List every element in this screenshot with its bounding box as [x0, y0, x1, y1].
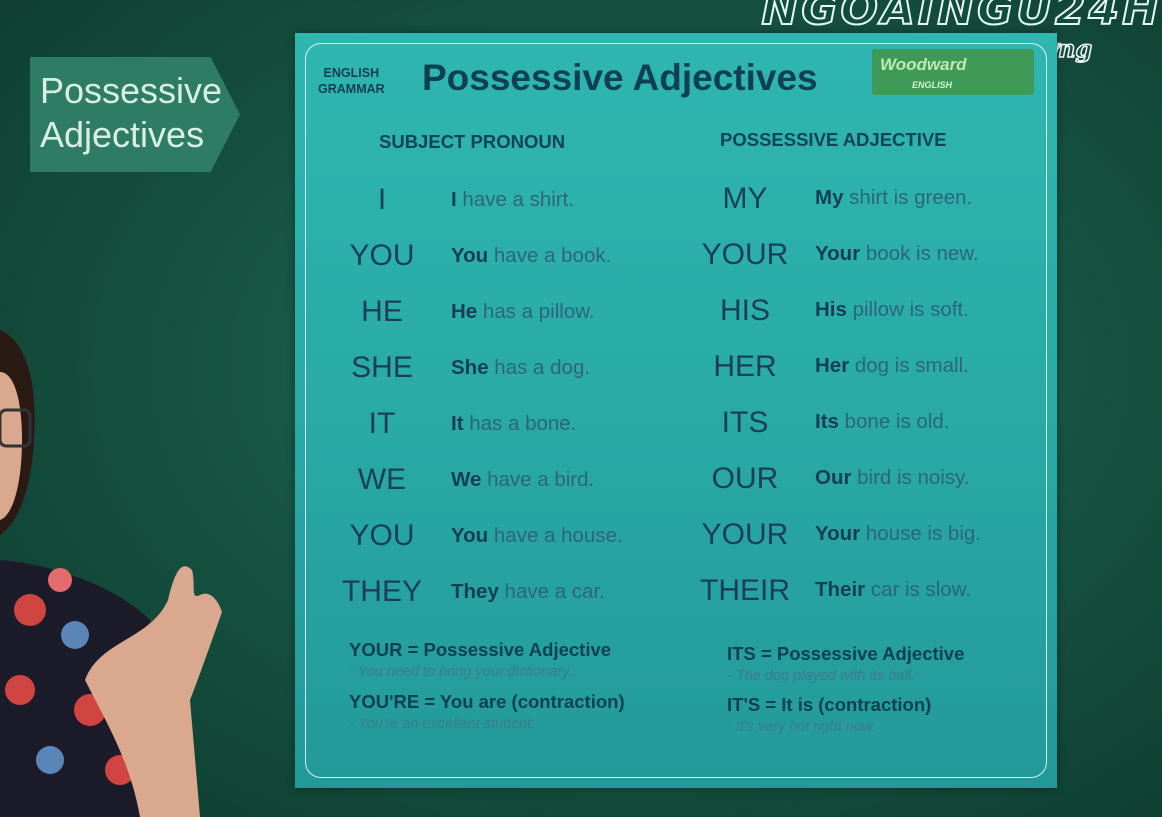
section-tag: Possessive Adjectives: [30, 57, 240, 172]
possessive-example-rest: bird is noisy.: [851, 466, 970, 489]
possessive-example-bold: Their: [815, 578, 866, 601]
possessive-example-rest: house is big.: [860, 522, 981, 545]
possessive-example-rest: book is new.: [860, 242, 979, 265]
note-youre-example: - You're an excellent student.: [349, 716, 536, 732]
possessive-example: Your house is big.: [815, 522, 981, 546]
subject-pronoun: I: [377, 183, 387, 216]
subject-example-bold: You: [451, 524, 489, 547]
note-youre-rule: YOU'RE = You are (contraction): [349, 691, 625, 712]
possessive-example: Its bone is old.: [815, 410, 950, 434]
possessive-example-bold: Your: [815, 522, 861, 545]
subject-pronoun: IT: [368, 407, 396, 440]
subject-example-bold: He: [451, 300, 478, 323]
column-header-subject: SUBJECT PRONOUN: [379, 131, 566, 152]
possessive-example: His pillow is soft.: [815, 298, 969, 322]
subject-pronoun: YOU: [349, 239, 415, 272]
possessive-example-bold: Its: [815, 410, 839, 433]
publisher-logo: Woodward ENGLISH: [872, 49, 1034, 95]
subject-example-bold: It: [451, 412, 464, 435]
note-your-rule: YOUR = Possessive Adjective: [349, 639, 612, 660]
subject-example: We have a bird.: [451, 468, 594, 492]
possessive-adjective: MY: [722, 182, 768, 215]
subject-example-rest: has a bone.: [463, 412, 577, 435]
possessive-example-bold: Our: [815, 466, 852, 489]
possessive-example-rest: bone is old.: [838, 410, 950, 433]
section-tag-line2: Adjectives: [40, 114, 205, 155]
subject-example-rest: have a bird.: [481, 468, 595, 491]
poster-title: Possessive Adjectives: [422, 57, 818, 98]
possessive-example: My shirt is green.: [815, 186, 972, 210]
possessive-example-rest: dog is small.: [849, 354, 969, 377]
note-itis-example: - It's very hot right now.: [727, 719, 876, 735]
poster-eyebrow: ENGLISH GRAMMAR: [318, 65, 385, 97]
subject-example-rest: have a book.: [488, 244, 612, 267]
note-its-example: - The dog played with its ball.: [727, 668, 915, 684]
subject-example-bold: You: [451, 244, 489, 267]
column-header-possessive: POSSESSIVE ADJECTIVE: [720, 129, 947, 150]
subject-example: It has a bone.: [451, 412, 576, 436]
possessive-example: Their car is slow.: [815, 578, 971, 602]
subject-example-rest: have a shirt.: [456, 188, 575, 211]
subject-pronoun: HE: [361, 295, 403, 328]
possessive-adjective: YOUR: [701, 518, 789, 551]
subject-pronoun: WE: [357, 463, 407, 496]
publisher-logo-sub: ENGLISH: [912, 80, 953, 90]
possessive-example: Her dog is small.: [815, 354, 969, 378]
subject-example: You have a house.: [451, 524, 623, 548]
possessive-example-rest: shirt is green.: [843, 186, 973, 209]
eyebrow-line1: ENGLISH: [323, 66, 380, 80]
subject-example: He has a pillow.: [451, 300, 595, 324]
subject-example-bold: She: [451, 356, 489, 379]
subject-example-rest: have a house.: [488, 524, 623, 547]
possessive-example-rest: car is slow.: [865, 578, 972, 601]
brand-logo-text: NGOAINGU24H: [761, 0, 1162, 36]
possessive-adjective: ITS: [721, 406, 769, 439]
publisher-logo-text: Woodward: [880, 55, 967, 74]
subject-example-rest: have a car.: [498, 580, 605, 603]
subject-example-rest: has a dog.: [488, 356, 591, 379]
possessive-adjective: OUR: [711, 462, 779, 495]
possessive-example-bold: Her: [815, 354, 850, 377]
section-tag-line1: Possessive: [40, 70, 223, 111]
subject-example-bold: We: [451, 468, 482, 491]
possessive-example: Your book is new.: [815, 242, 979, 266]
subject-example-rest: has a pillow.: [477, 300, 595, 323]
possessive-adjective: THEIR: [700, 574, 790, 607]
possessive-adjective: HIS: [719, 294, 770, 327]
note-itis-rule: IT'S = It is (contraction): [727, 694, 932, 715]
subject-example-bold: They: [451, 580, 499, 603]
possessive-example-bold: His: [815, 298, 847, 321]
possessive-example-bold: Your: [815, 242, 861, 265]
subject-pronoun: THEY: [341, 575, 422, 608]
possessive-adjective: HER: [713, 350, 777, 383]
possessive-example-bold: My: [815, 186, 844, 209]
subject-example: They have a car.: [451, 580, 605, 604]
subject-example: You have a book.: [451, 244, 611, 268]
subject-example: I have a shirt.: [451, 188, 574, 212]
grammar-poster: ENGLISH GRAMMAR Possessive Adjectives Wo…: [295, 33, 1057, 788]
eyebrow-line2: GRAMMAR: [318, 82, 385, 96]
subject-pronoun: SHE: [351, 351, 413, 384]
note-its-rule: ITS = Possessive Adjective: [727, 643, 965, 664]
subject-pronoun: YOU: [349, 519, 415, 552]
possessive-example-rest: pillow is soft.: [846, 298, 969, 321]
possessive-adjective: YOUR: [701, 238, 789, 271]
subject-example: She has a dog.: [451, 356, 590, 380]
possessive-example: Our bird is noisy.: [815, 466, 970, 490]
note-your-example: - You need to bring your dictionary.: [349, 664, 573, 680]
